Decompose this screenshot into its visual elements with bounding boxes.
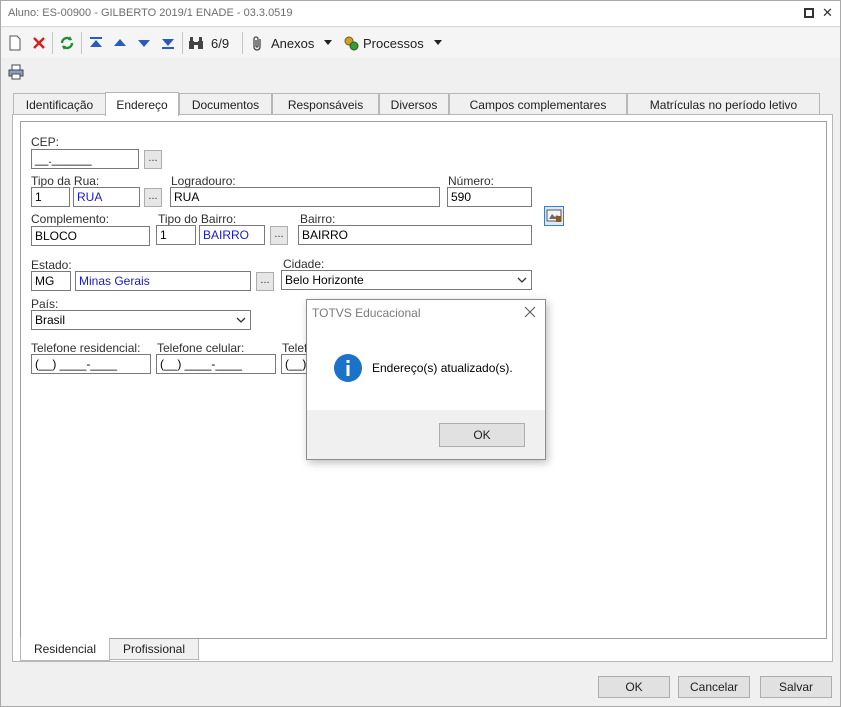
dialog-footer: OK [307, 410, 545, 459]
tab-responsaveis[interactable]: Responsáveis [272, 93, 379, 115]
cancelar-button[interactable]: Cancelar [678, 676, 750, 698]
complemento-input[interactable]: BLOCO [31, 226, 150, 246]
map-icon [546, 209, 562, 222]
tab-endereco[interactable]: Endereço [105, 92, 179, 116]
chevron-down-icon [236, 317, 246, 323]
delete-record-button[interactable] [32, 33, 46, 53]
new-record-button[interactable] [8, 33, 22, 53]
tab-identificacao[interactable]: Identificação [13, 93, 106, 115]
bairro-input[interactable]: BAIRRO [298, 225, 532, 245]
next-record-button[interactable] [137, 33, 151, 53]
down-arrow-icon [138, 40, 150, 47]
paperclip-icon [253, 36, 261, 51]
tel-celular-label: Telefone celular: [157, 341, 245, 355]
tel-residencial-input[interactable]: (__) ____-____ [31, 354, 151, 374]
dialog-message: Endereço(s) atualizado(s). [372, 361, 513, 375]
close-icon[interactable] [524, 306, 536, 318]
tel-comercial-label: Telef [282, 341, 308, 355]
logradouro-input[interactable]: RUA [170, 187, 440, 207]
processos-menu[interactable]: Processos [343, 33, 442, 53]
pais-select[interactable]: Brasil [31, 310, 251, 330]
record-position: 6/9 [211, 35, 230, 51]
cidade-value: Belo Horizonte [285, 273, 364, 287]
estado-code-input[interactable]: MG [31, 271, 71, 291]
tel-celular-input[interactable]: (__) ____-____ [156, 354, 276, 374]
dialog-ok-button[interactable]: OK [439, 423, 525, 447]
chevron-down-icon [433, 40, 442, 45]
new-document-icon [9, 35, 21, 51]
estado-browse-button[interactable]: ... [256, 272, 274, 291]
gears-icon [344, 36, 359, 51]
pais-label: País: [31, 297, 59, 311]
numero-label: Número: [448, 174, 495, 188]
tipo-rua-label: Tipo da Rua: [31, 174, 100, 188]
cep-browse-button[interactable]: ... [144, 150, 162, 169]
tipo-bairro-name-input[interactable]: BAIRRO [199, 225, 265, 245]
up-arrow-icon [114, 39, 126, 46]
previous-record-button[interactable] [113, 33, 127, 53]
toolbar: 6/9 Anexos Processos [1, 28, 840, 58]
message-dialog: TOTVS Educacional Endereço(s) atualizado… [306, 299, 546, 460]
tipo-bairro-label: Tipo do Bairro: [158, 212, 237, 226]
cep-input[interactable]: __.______ [31, 149, 139, 169]
tab-campos-complementares[interactable]: Campos complementares [449, 93, 627, 115]
last-record-button[interactable] [161, 33, 175, 53]
close-window-button[interactable]: ✕ [822, 5, 833, 21]
estado-label: Estado: [31, 258, 72, 272]
pais-value: Brasil [35, 313, 66, 327]
tab-residencial[interactable]: Residencial [20, 638, 110, 661]
tel-residencial-label: Telefone residencial: [31, 341, 141, 355]
main-window: Aluno: ES-00900 - GILBERTO 2019/1 ENADE … [0, 0, 841, 707]
window-title: Aluno: ES-00900 - GILBERTO 2019/1 ENADE … [8, 7, 293, 19]
complemento-label: Complemento: [31, 212, 110, 226]
search-button[interactable] [188, 33, 204, 53]
tab-matriculas[interactable]: Matrículas no período letivo [627, 93, 820, 115]
print-button[interactable] [8, 62, 24, 82]
ok-button[interactable]: OK [598, 676, 670, 698]
anexos-menu[interactable]: Anexos [252, 33, 333, 53]
tipo-bairro-browse-button[interactable]: ... [270, 226, 288, 245]
tipo-rua-name-input[interactable]: RUA [73, 187, 140, 207]
tipo-rua-code-input[interactable]: 1 [31, 187, 70, 207]
dialog-title: TOTVS Educacional [312, 306, 421, 320]
logradouro-label: Logradouro: [171, 174, 236, 188]
binoculars-icon [189, 37, 203, 49]
processos-label: Processos [363, 35, 424, 51]
estado-name-input[interactable]: Minas Gerais [75, 271, 251, 291]
last-icon [162, 39, 174, 49]
info-icon [334, 354, 362, 382]
refresh-button[interactable] [59, 33, 75, 53]
delete-icon [33, 37, 45, 49]
secondary-toolbar [1, 59, 840, 85]
bairro-label: Bairro: [300, 212, 336, 226]
numero-input[interactable]: 590 [447, 187, 532, 207]
first-record-button[interactable] [89, 33, 103, 53]
cidade-label: Cidade: [283, 257, 325, 271]
tab-profissional[interactable]: Profissional [109, 639, 199, 660]
printer-icon [8, 64, 24, 80]
first-icon [90, 37, 102, 47]
tipo-bairro-code-input[interactable]: 1 [156, 225, 196, 245]
refresh-icon [60, 36, 74, 50]
salvar-button[interactable]: Salvar [760, 676, 832, 698]
tab-diversos[interactable]: Diversos [379, 93, 449, 115]
map-button[interactable] [544, 206, 564, 226]
tab-documentos[interactable]: Documentos [179, 93, 272, 115]
cep-label: CEP: [31, 135, 60, 149]
chevron-down-icon [324, 40, 333, 45]
title-bar: Aluno: ES-00900 - GILBERTO 2019/1 ENADE … [1, 1, 840, 27]
cidade-select[interactable]: Belo Horizonte [281, 270, 532, 290]
anexos-label: Anexos [271, 35, 315, 51]
chevron-down-icon [517, 277, 527, 283]
restore-icon[interactable] [803, 7, 815, 19]
tipo-rua-browse-button[interactable]: ... [144, 188, 162, 207]
